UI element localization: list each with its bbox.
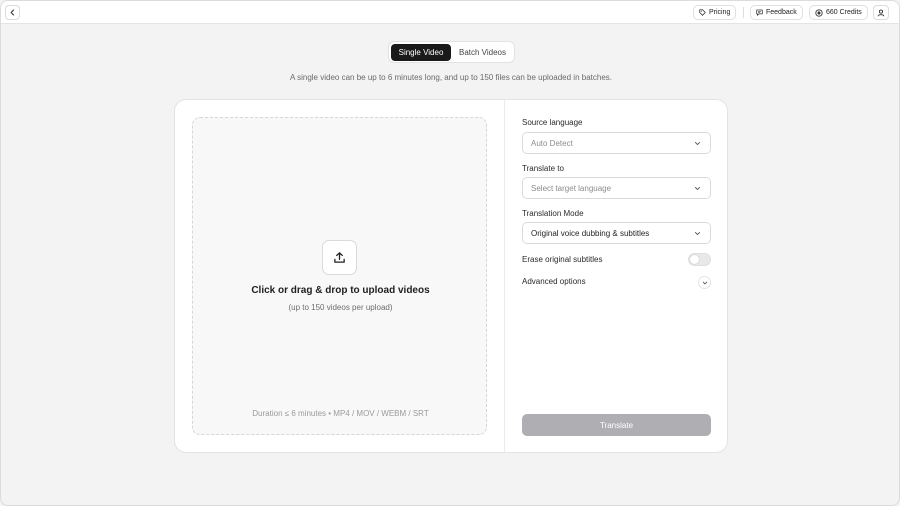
credits-coin-icon <box>815 8 823 17</box>
erase-subtitles-label: Erase original subtitles <box>522 255 603 264</box>
dropzone-subtitle: (up to 150 videos per upload) <box>288 303 393 312</box>
chevron-down-icon <box>702 281 707 284</box>
translation-mode-label: Translation Mode <box>522 209 584 218</box>
upload-dropzone[interactable]: Click or drag & drop to upload videos (u… <box>192 117 487 435</box>
upload-icon <box>334 252 345 263</box>
upload-icon-box <box>322 240 357 275</box>
dropzone-title: Click or drag & drop to upload videos <box>251 285 430 296</box>
feedback-label: Feedback <box>766 9 797 16</box>
user-account-button[interactable] <box>873 5 889 20</box>
chevron-down-icon <box>694 141 701 145</box>
feedback-button[interactable]: Feedback <box>750 5 803 20</box>
advanced-options-toggle[interactable] <box>698 276 711 289</box>
supported-formats-note: Duration ≤ 6 minutes • MP4 / MOV / WEBM … <box>252 409 429 418</box>
tag-icon <box>699 9 706 16</box>
upload-mode-tabs: Single Video Batch Videos <box>388 41 515 63</box>
header-divider <box>743 7 744 18</box>
credits-button[interactable]: 660 Credits <box>809 5 868 20</box>
translation-mode-value: Original voice dubbing & subtitles <box>531 228 650 238</box>
advanced-options-label[interactable]: Advanced options <box>522 277 586 286</box>
tab-single-video[interactable]: Single Video <box>391 43 451 61</box>
source-language-value: Auto Detect <box>531 138 573 148</box>
toggle-knob <box>690 255 699 264</box>
chevron-left-icon <box>10 9 15 16</box>
message-icon <box>756 9 763 16</box>
erase-subtitles-toggle[interactable] <box>688 253 711 266</box>
source-language-select[interactable]: Auto Detect <box>522 132 711 154</box>
translate-button[interactable]: Translate <box>522 414 711 436</box>
pricing-button[interactable]: Pricing <box>693 5 737 20</box>
source-language-label: Source language <box>522 118 583 127</box>
translation-mode-select[interactable]: Original voice dubbing & subtitles <box>522 222 711 244</box>
chevron-down-icon <box>694 231 701 235</box>
pricing-label: Pricing <box>709 9 731 16</box>
panel-divider <box>504 100 505 452</box>
top-bar: Pricing Feedback 660 Credits <box>1 1 899 24</box>
translate-to-label: Translate to <box>522 164 564 173</box>
target-language-select[interactable]: Select target language <box>522 177 711 199</box>
tab-batch-videos[interactable]: Batch Videos <box>453 44 512 61</box>
app-window: Pricing Feedback 660 Credits Single Vide… <box>0 0 900 506</box>
user-icon <box>877 9 885 16</box>
translation-card: Click or drag & drop to upload videos (u… <box>174 99 728 453</box>
target-language-placeholder: Select target language <box>531 183 612 193</box>
credits-label: 660 Credits <box>826 9 862 16</box>
upload-limits-description: A single video can be up to 6 minutes lo… <box>289 73 612 82</box>
chevron-down-icon <box>694 186 701 190</box>
back-button[interactable] <box>5 5 20 20</box>
